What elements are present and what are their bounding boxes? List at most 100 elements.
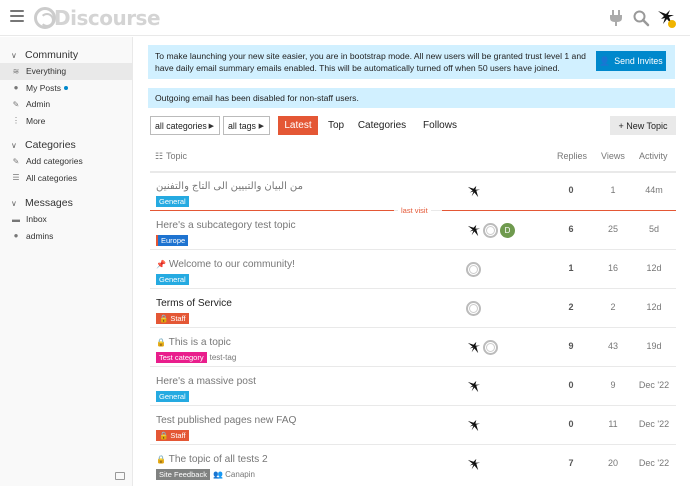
sidebar-item-everything[interactable]: ≋ Everything — [0, 63, 133, 80]
sidebar-item-more[interactable]: ⋮ More — [0, 113, 133, 130]
list-icon: ☰ — [12, 173, 20, 183]
replies-count[interactable]: 0 — [556, 380, 586, 390]
activity-time[interactable]: 19d — [637, 341, 671, 351]
column-activity[interactable]: Activity — [639, 151, 668, 161]
lock-icon: 🔒 — [156, 338, 166, 347]
views-count: 11 — [608, 419, 618, 429]
user-avatar-icon[interactable] — [655, 7, 677, 29]
topic-title[interactable]: 🔒 This is a topic — [156, 337, 231, 348]
poster-avatar-icon[interactable] — [483, 340, 498, 355]
table-row[interactable]: Here's a subcategory test topic Europe D… — [150, 212, 676, 250]
table-row[interactable]: Terms of Service 🔒 Staff 2 2 12d — [150, 290, 676, 328]
discourse-logo-icon — [34, 7, 56, 29]
sidebar-item-my-posts[interactable]: ● My Posts — [0, 80, 133, 97]
poster-avatar-icon[interactable] — [466, 223, 481, 238]
activity-time[interactable]: Dec '22 — [637, 458, 671, 468]
views-count: 9 — [610, 380, 616, 390]
poster-avatar-icon[interactable] — [483, 223, 498, 238]
sidebar-section-header[interactable]: ∨ Categories — [0, 137, 133, 153]
column-replies[interactable]: Replies — [557, 151, 587, 161]
category-badge[interactable]: 🔒 Staff — [156, 313, 189, 324]
hamburger-menu-icon[interactable] — [10, 10, 24, 24]
sidebar-item-all-categories[interactable]: ☰ All categories — [0, 170, 133, 187]
category-badge[interactable]: 🔒 Staff — [156, 430, 189, 441]
replies-count[interactable]: 2 — [556, 302, 586, 312]
bootstrap-banner-text: To make launching your new site easier, … — [155, 51, 586, 73]
sidebar-section-header[interactable]: ∨ Messages — [0, 195, 133, 211]
sidebar-section-header[interactable]: ∨ Community — [0, 47, 133, 63]
category-badge[interactable]: General — [156, 391, 189, 402]
sidebar-section-messages: ∨ Messages ▬ Inbox ● admins — [0, 195, 133, 244]
tab-categories[interactable]: Categories — [357, 116, 407, 135]
topic-title[interactable]: Terms of Service — [156, 298, 232, 309]
column-views[interactable]: Views — [601, 151, 625, 161]
group-tag[interactable]: 👥 Canapin — [213, 470, 255, 479]
table-row[interactable]: 🔒 The topic of all tests 2 Site Feedback… — [150, 446, 676, 484]
table-row[interactable]: 📌 Welcome to our community! General 1 16… — [150, 251, 676, 289]
category-badge[interactable]: General — [156, 274, 189, 285]
sidebar: ∨ Community ≋ Everything ● My Posts ✎ Admin … — [0, 37, 133, 486]
category-badge[interactable]: Test category — [156, 352, 207, 363]
poster-avatar-icon[interactable] — [466, 340, 481, 355]
topic-title[interactable]: Here's a massive post — [156, 376, 256, 387]
plus-icon: + — [618, 120, 627, 131]
site-logo[interactable]: Discourse — [34, 5, 161, 31]
replies-count[interactable]: 6 — [556, 224, 586, 234]
poster-avatar-icon[interactable] — [466, 262, 481, 277]
activity-time[interactable]: 12d — [637, 263, 671, 273]
poster-avatar-icon[interactable] — [466, 301, 481, 316]
sidebar-item-inbox[interactable]: ▬ Inbox — [0, 211, 133, 228]
topic-title[interactable]: من البيان والتبيين الى التاج والتفنين — [156, 181, 303, 192]
topic-tag[interactable]: test-tag — [210, 353, 237, 362]
sidebar-item-admins[interactable]: ● admins — [0, 228, 133, 245]
views-count: 1 — [610, 185, 616, 195]
category-dropdown[interactable]: all categories ▶ — [150, 116, 220, 135]
poster-avatar-icon[interactable] — [466, 379, 481, 394]
views-count: 20 — [607, 458, 618, 468]
layers-icon: ≋ — [12, 66, 20, 76]
activity-time[interactable]: Dec '22 — [637, 419, 671, 429]
unread-dot — [63, 85, 68, 90]
activity-time[interactable]: 5d — [637, 224, 671, 234]
new-topic-button[interactable]: + New Topic — [610, 116, 676, 135]
table-row[interactable]: 🔒 This is a topic Test category test-tag… — [150, 329, 676, 367]
user-icon: ● — [13, 83, 19, 93]
topic-title[interactable]: 📌 Welcome to our community! — [156, 259, 295, 270]
sidebar-item-admin[interactable]: ✎ Admin — [0, 96, 133, 113]
tab-top[interactable]: Top — [323, 116, 349, 135]
replies-count[interactable]: 7 — [556, 458, 586, 468]
topic-title[interactable]: Here's a subcategory test topic — [156, 220, 296, 231]
topic-title[interactable]: Test published pages new FAQ — [156, 415, 296, 426]
replies-count[interactable]: 0 — [556, 185, 586, 195]
topic-list-header: ☷ Topic Replies Views Activity — [150, 147, 676, 167]
activity-time[interactable]: 44m — [637, 185, 671, 195]
replies-count[interactable]: 0 — [556, 419, 586, 429]
plug-icon[interactable] — [608, 9, 624, 27]
tab-latest[interactable]: Latest — [278, 116, 318, 135]
poster-avatar-icon[interactable] — [466, 457, 481, 472]
poster-avatar-icon[interactable] — [466, 184, 481, 199]
table-row[interactable]: Test published pages new FAQ 🔒 Staff 0 11… — [150, 407, 676, 445]
table-row[interactable]: Here's a massive post General 0 9 Dec '2… — [150, 368, 676, 406]
tab-follows[interactable]: Follows — [419, 116, 461, 135]
topic-title[interactable]: 🔒 The topic of all tests 2 — [156, 454, 268, 465]
tag-dropdown[interactable]: all tags ▶ — [223, 116, 270, 135]
category-badge[interactable]: Europe — [156, 235, 189, 246]
send-invites-button[interactable]: 👤 Send Invites — [596, 51, 666, 71]
category-badge[interactable]: Site Feedback — [156, 469, 210, 480]
sidebar-collapse-icon[interactable] — [115, 472, 125, 480]
add-user-icon: 👤 — [599, 56, 611, 66]
poster-avatar-d[interactable]: D — [500, 223, 515, 238]
sidebar-item-add-categories[interactable]: ✎ Add categories — [0, 153, 133, 170]
poster-avatar-icon[interactable] — [466, 418, 481, 433]
activity-time[interactable]: Dec '22 — [637, 380, 671, 390]
bootstrap-mode-banner: To make launching your new site easier, … — [148, 45, 675, 79]
activity-time[interactable]: 12d — [637, 302, 671, 312]
lock-icon: 🔒 — [159, 314, 169, 323]
column-topic[interactable]: Topic — [166, 151, 187, 161]
bulk-select-icon[interactable]: ☷ — [155, 151, 163, 162]
replies-count[interactable]: 9 — [556, 341, 586, 351]
replies-count[interactable]: 1 — [556, 263, 586, 273]
category-badge[interactable]: General — [156, 196, 189, 207]
search-icon[interactable] — [632, 9, 650, 27]
